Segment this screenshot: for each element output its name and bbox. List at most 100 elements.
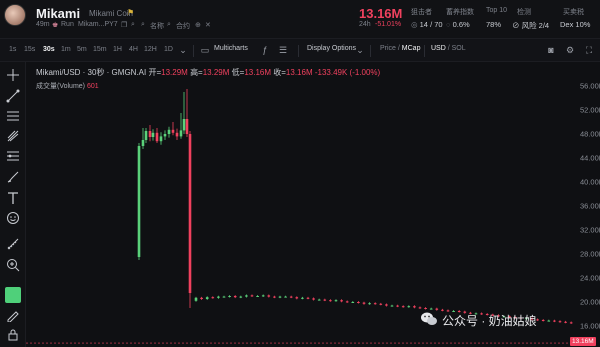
candle bbox=[239, 296, 243, 298]
twitter-icon[interactable]: ✕ bbox=[205, 21, 211, 29]
magnet-toggle[interactable] bbox=[5, 287, 21, 303]
name-link[interactable]: 名称 bbox=[150, 21, 164, 31]
snipers-value: ◎ 14 / 70 bbox=[411, 20, 443, 29]
tf-12h[interactable]: 12H bbox=[144, 46, 157, 53]
candle bbox=[159, 136, 163, 142]
candlestick-chart[interactable]: 56.00M 52.00M 48.00M 44.00M 40.00M 36.00M 32.0… bbox=[26, 62, 600, 347]
hold-index-label: 蓄养指数 bbox=[446, 9, 474, 16]
contract-search-icon[interactable]: ⌕ bbox=[167, 21, 171, 29]
snipers-label: 狙击者 bbox=[411, 9, 432, 16]
zoom-in-icon[interactable] bbox=[6, 258, 20, 272]
y-tick-label: 48.00M bbox=[580, 130, 600, 139]
ruler-icon[interactable] bbox=[6, 237, 20, 251]
candle bbox=[345, 301, 349, 303]
candle bbox=[413, 306, 416, 308]
toolbar-divider bbox=[298, 45, 299, 57]
candle bbox=[284, 296, 287, 298]
candle bbox=[167, 129, 171, 134]
pencil-lock-icon[interactable] bbox=[6, 308, 20, 322]
fullscreen-icon[interactable]: ⛶ bbox=[583, 44, 595, 56]
price-mcap-toggle[interactable]: Price / MCap bbox=[380, 45, 420, 52]
audit-label: 检测 bbox=[517, 9, 531, 16]
tf-1m[interactable]: 1m bbox=[61, 46, 71, 53]
tax-label: 买卖税 bbox=[563, 9, 584, 16]
tf-15m[interactable]: 15m bbox=[93, 46, 107, 53]
high-value: 13.29M bbox=[202, 68, 230, 77]
candle bbox=[334, 300, 338, 302]
audit-value[interactable]: ⊘ 风险 2/4 bbox=[512, 20, 549, 31]
globe-icon[interactable]: ⊕ bbox=[195, 21, 201, 29]
pair-label: Mikami/USD · 30秒 · GMGN.AI bbox=[36, 68, 147, 77]
token-header: Mikami Mikami Coin ⚑ 49m ♚ Run Mikam...P… bbox=[0, 0, 600, 38]
open-value: 13.29M bbox=[161, 68, 188, 77]
token-age: 49m bbox=[36, 21, 50, 28]
camera-icon[interactable]: ◙ bbox=[545, 44, 557, 56]
candle bbox=[390, 305, 394, 307]
emoji-icon[interactable] bbox=[6, 211, 20, 225]
tf-15s[interactable]: 15s bbox=[24, 46, 35, 53]
tf-1h[interactable]: 1H bbox=[113, 46, 122, 53]
copy-icon[interactable]: ❐ bbox=[121, 21, 127, 29]
token-address[interactable]: Mikam...PY7 bbox=[78, 21, 118, 28]
sol-option[interactable]: SOL bbox=[452, 45, 466, 52]
candle bbox=[256, 296, 259, 297]
toolbar-divider bbox=[370, 45, 371, 57]
run-label: Run bbox=[61, 21, 74, 28]
candle bbox=[194, 297, 198, 301]
indicator-icon[interactable]: ƒ bbox=[259, 44, 271, 56]
search-icon[interactable]: ⌕ bbox=[131, 21, 135, 29]
price-option[interactable]: Price bbox=[380, 45, 396, 52]
chevron-down-icon[interactable]: ⌄ bbox=[177, 44, 189, 56]
tf-1s[interactable]: 1s bbox=[9, 46, 16, 53]
candle bbox=[179, 130, 183, 137]
fib-icon[interactable] bbox=[6, 149, 20, 163]
candle bbox=[301, 297, 304, 299]
tf-1d[interactable]: 1D bbox=[164, 46, 173, 53]
candle bbox=[429, 308, 433, 310]
candle bbox=[379, 303, 383, 305]
candle bbox=[233, 296, 237, 298]
crosshair-icon[interactable] bbox=[6, 68, 20, 82]
candle bbox=[569, 322, 573, 324]
candle bbox=[228, 296, 231, 297]
y-tick-label: 32.00M bbox=[580, 226, 600, 235]
horizontal-lines-icon[interactable] bbox=[6, 109, 20, 123]
candle bbox=[547, 320, 551, 322]
candle bbox=[155, 132, 159, 142]
contract-link[interactable]: 合约 bbox=[176, 21, 190, 31]
multicharts-icon[interactable]: ▭ bbox=[199, 44, 211, 56]
top10-value: 78% bbox=[486, 20, 502, 29]
y-tick-label: 24.00M bbox=[580, 274, 600, 283]
tf-4h[interactable]: 4H bbox=[129, 46, 138, 53]
y-tick-label: 28.00M bbox=[580, 250, 600, 259]
tf-5m[interactable]: 5m bbox=[77, 46, 87, 53]
token-avatar[interactable] bbox=[4, 4, 26, 26]
tf-30s[interactable]: 30s bbox=[43, 46, 55, 53]
multicharts-button[interactable]: Multicharts bbox=[214, 45, 248, 52]
trend-line-icon[interactable] bbox=[6, 89, 20, 103]
settings-icon[interactable]: ⚙ bbox=[564, 44, 576, 56]
chevron-down-icon[interactable]: ⌄ bbox=[354, 44, 366, 56]
candle bbox=[144, 131, 148, 140]
toolbar-divider bbox=[424, 45, 425, 57]
candle bbox=[368, 303, 371, 305]
candle bbox=[261, 295, 265, 297]
price-chart[interactable]: 56.00M 52.00M 48.00M 44.00M 40.00M 36.00M 32.0… bbox=[26, 62, 600, 347]
brush-icon[interactable] bbox=[6, 170, 20, 184]
display-options-button[interactable]: Display Options bbox=[307, 45, 356, 52]
text-icon[interactable] bbox=[6, 191, 20, 205]
usd-option[interactable]: USD bbox=[431, 45, 446, 52]
toolbar-divider bbox=[193, 45, 194, 57]
candle bbox=[424, 308, 427, 309]
lock-icon[interactable] bbox=[6, 328, 20, 342]
candle bbox=[267, 295, 271, 297]
candle bbox=[141, 140, 145, 146]
settings-sliders-icon[interactable]: ☰ bbox=[277, 44, 289, 56]
currency-toggle[interactable]: USD / SOL bbox=[431, 45, 466, 52]
name-search-icon[interactable]: ⌕ bbox=[141, 21, 145, 29]
mcap-option[interactable]: MCap bbox=[402, 45, 421, 52]
chart-toolbar: 1s 15s 30s 1m 5m 15m 1H 4H 12H 1D ⌄ ▭ Mu… bbox=[0, 38, 600, 62]
change-period: 24h bbox=[359, 21, 371, 28]
pitchfork-icon[interactable] bbox=[6, 129, 20, 143]
drawing-toolbar bbox=[0, 62, 26, 347]
